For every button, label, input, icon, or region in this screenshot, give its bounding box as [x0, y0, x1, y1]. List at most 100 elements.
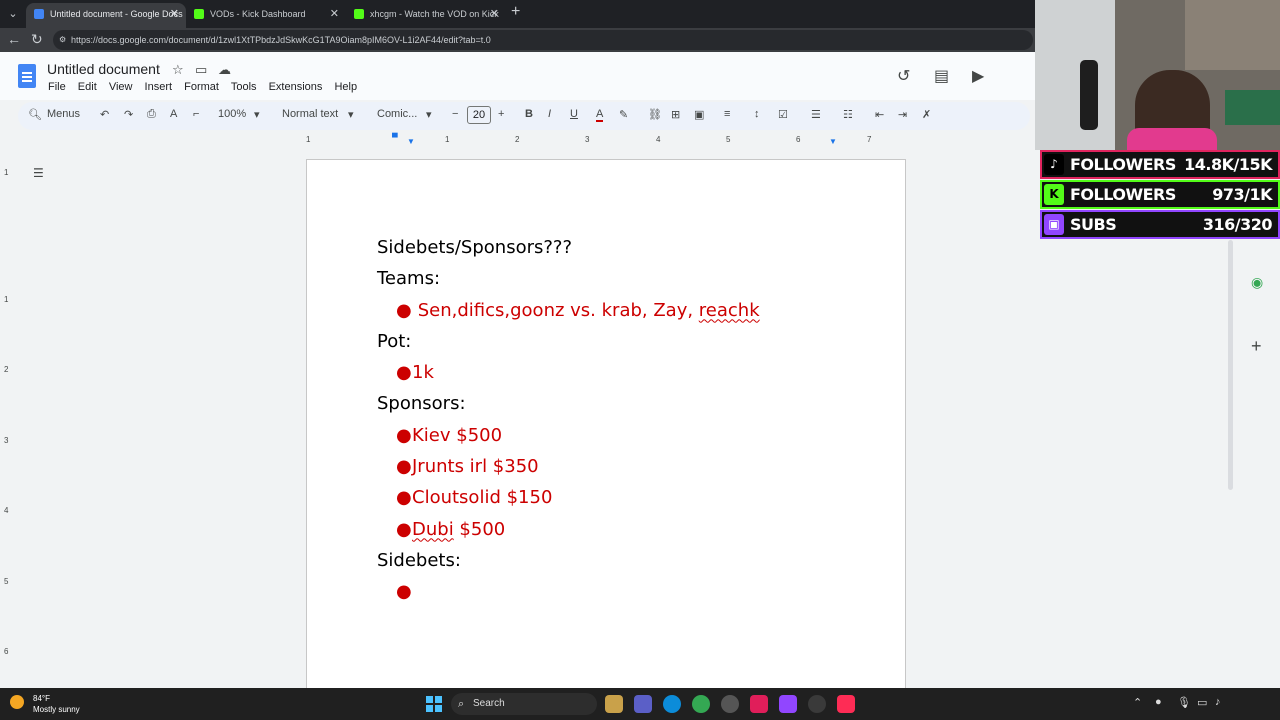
file-explorer-icon[interactable]	[605, 695, 623, 713]
checklist-icon[interactable]: ☑	[778, 108, 788, 121]
highlight-icon[interactable]: ✎	[619, 108, 628, 121]
twitch-goal: ▣ SUBS 316/320	[1040, 210, 1280, 239]
tab-label: xhcgm - Watch the VOD on Kick	[370, 9, 499, 19]
spellcheck-icon[interactable]: A	[170, 108, 177, 120]
print-icon[interactable]: ⎙	[147, 108, 156, 121]
document-page[interactable]: Sidebets/Sponsors??? Teams: ● Sen,difics…	[306, 159, 906, 699]
list-item-text: Sen,difics,goonz vs. krab, Zay,	[412, 299, 699, 321]
ruler-tick: 3	[585, 135, 590, 144]
chevron-up-icon[interactable]: ⌃	[1133, 696, 1142, 709]
redo-icon[interactable]: ↷	[124, 108, 133, 121]
misspelled-word[interactable]: reachk	[699, 300, 760, 321]
chevron-down-icon[interactable]: ▾	[348, 108, 354, 121]
chrome-icon[interactable]	[692, 695, 710, 713]
horizontal-ruler[interactable]: 1 1 2 3 4 5 6 7 ▀ ▼ ▼	[306, 133, 906, 147]
edge-icon[interactable]	[663, 695, 681, 713]
decrease-font-size-button[interactable]: −	[452, 108, 458, 120]
close-icon[interactable]: ✕	[330, 3, 339, 25]
menu-file[interactable]: File	[48, 81, 66, 93]
taskbar-search[interactable]: ⌕ Search	[451, 693, 597, 715]
side-panel: ◉ +	[1232, 230, 1280, 690]
left-indent-icon[interactable]: ▼	[407, 137, 415, 146]
align-left-icon[interactable]: ≡	[724, 108, 730, 120]
close-icon[interactable]: ✕	[490, 3, 499, 25]
document-outline-icon[interactable]: ☰	[33, 166, 44, 180]
paragraph-style-select[interactable]: Normal text	[282, 108, 338, 120]
volume-icon[interactable]: ♪	[1215, 696, 1221, 708]
network-icon[interactable]: ▭	[1197, 696, 1207, 709]
text-color-button[interactable]: A	[596, 108, 604, 122]
menu-view[interactable]: View	[109, 81, 133, 93]
slack-icon[interactable]	[750, 695, 768, 713]
numbered-list-icon[interactable]: ☷	[843, 108, 853, 121]
add-icon[interactable]: +	[1251, 336, 1262, 357]
weather-widget[interactable]: 84°F Mostly sunny	[10, 693, 80, 715]
maps-icon[interactable]: ◉	[1251, 274, 1263, 291]
document-title[interactable]: Untitled document	[47, 61, 160, 77]
tiktok-live-icon[interactable]	[837, 695, 855, 713]
docs-logo-icon[interactable]	[18, 64, 36, 88]
line-spacing-icon[interactable]: ↕	[754, 108, 760, 120]
add-comment-icon[interactable]: ⊞	[671, 108, 680, 121]
menu-help[interactable]: Help	[334, 81, 357, 93]
zoom-select[interactable]: 100%	[218, 108, 246, 120]
document-body[interactable]: Sidebets/Sponsors??? Teams: ● Sen,difics…	[377, 232, 760, 608]
menu-extensions[interactable]: Extensions	[269, 81, 323, 93]
app-icon[interactable]	[808, 695, 826, 713]
meet-icon[interactable]: ▶	[972, 66, 984, 86]
back-arrow-icon[interactable]: ←	[7, 31, 21, 47]
menus-search-label[interactable]: Menus	[47, 108, 80, 120]
version-history-icon[interactable]: ↺	[897, 66, 910, 86]
tab-search-icon[interactable]: ⌄	[4, 5, 22, 23]
ruler-tick: 1	[306, 135, 311, 144]
menu-insert[interactable]: Insert	[145, 81, 173, 93]
comments-icon[interactable]: ▤	[934, 66, 949, 86]
increase-font-size-button[interactable]: +	[498, 108, 504, 120]
doc-heading: Teams:	[377, 268, 441, 290]
star-icon[interactable]: ☆	[172, 62, 184, 78]
ruler-tick: 4	[656, 135, 661, 144]
ruler-tick: 2	[4, 365, 9, 374]
increase-indent-icon[interactable]: ⇥	[898, 108, 907, 121]
menu-format[interactable]: Format	[184, 81, 219, 93]
obs-icon[interactable]	[779, 695, 797, 713]
tray-app-icon[interactable]: ●	[1155, 696, 1162, 708]
paint-format-icon[interactable]: ⌐	[193, 108, 199, 120]
tab-kick-dashboard[interactable]: VODs - Kick Dashboard ✕	[186, 3, 346, 28]
undo-icon[interactable]: ↶	[100, 108, 109, 121]
windows-start-icon[interactable]	[426, 696, 442, 712]
menu-tools[interactable]: Tools	[231, 81, 257, 93]
misspelled-word[interactable]: Dubi	[412, 519, 454, 540]
indent-marker-icon[interactable]: ▀	[392, 133, 398, 142]
move-folder-icon[interactable]: ▭	[195, 62, 207, 78]
menu-edit[interactable]: Edit	[78, 81, 97, 93]
list-item-text: Kiev $500	[412, 424, 503, 446]
chevron-down-icon[interactable]: ▾	[254, 108, 260, 121]
close-icon[interactable]: ✕	[170, 3, 179, 25]
reload-icon[interactable]: ↻	[31, 31, 43, 48]
bold-button[interactable]: B	[525, 108, 533, 120]
tab-kick-vod[interactable]: xhcgm - Watch the VOD on Kick ✕	[346, 3, 506, 28]
clear-formatting-icon[interactable]: ✗	[922, 108, 931, 121]
site-info-icon[interactable]: ⚙	[59, 30, 66, 50]
font-select[interactable]: Comic...	[377, 108, 417, 120]
bulleted-list-icon[interactable]: ☰	[811, 108, 821, 121]
media-player-icon[interactable]	[721, 695, 739, 713]
insert-image-icon[interactable]: ▣	[694, 108, 704, 121]
search-menus-icon[interactable]: 🔍︎	[28, 108, 42, 121]
chevron-down-icon[interactable]: ▾	[426, 108, 432, 121]
underline-button[interactable]: U	[570, 108, 578, 120]
microphone-tray-icon[interactable]: 🎙︎	[1177, 696, 1191, 709]
url-input[interactable]: ⚙ https://docs.google.com/document/d/1zw…	[53, 30, 1033, 50]
goal-value: 316/320	[1202, 215, 1273, 234]
list-item: ●Cloutsolid $150	[377, 482, 760, 513]
link-icon[interactable]: ⛓	[648, 108, 662, 121]
right-indent-icon[interactable]: ▼	[829, 137, 837, 146]
italic-button[interactable]: I	[548, 108, 551, 120]
font-size-input[interactable]: 20	[467, 106, 491, 124]
new-tab-button[interactable]: +	[511, 3, 520, 21]
bullet-icon: ●	[396, 487, 412, 509]
tab-google-docs[interactable]: Untitled document - Google Docs ✕	[26, 3, 186, 28]
decrease-indent-icon[interactable]: ⇤	[875, 108, 884, 121]
teams-icon[interactable]	[634, 695, 652, 713]
